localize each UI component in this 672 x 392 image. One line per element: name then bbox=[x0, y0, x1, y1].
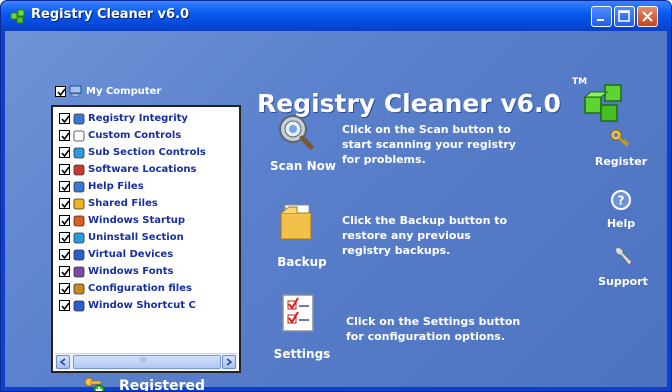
registered-label: Registered bbox=[119, 378, 206, 392]
scan-now-label: Scan Now bbox=[270, 159, 336, 173]
key-icon bbox=[610, 129, 629, 147]
maximize-icon bbox=[618, 10, 630, 22]
registry-icon bbox=[73, 113, 85, 125]
item-checkbox[interactable] bbox=[59, 300, 70, 311]
help-label: Help bbox=[606, 217, 636, 230]
star-icon bbox=[73, 198, 85, 210]
app-icon bbox=[10, 9, 25, 24]
list-item[interactable]: Registry Integrity bbox=[59, 110, 188, 127]
tree-root-label: My Computer bbox=[86, 85, 162, 97]
item-checkbox[interactable] bbox=[59, 164, 70, 175]
scroll-thumb[interactable]: III bbox=[73, 355, 221, 369]
list-item[interactable]: Uninstall Section bbox=[59, 229, 184, 246]
list-item[interactable]: Shared Files bbox=[59, 195, 158, 212]
registry-logo-icon bbox=[583, 84, 622, 122]
item-checkbox[interactable] bbox=[59, 130, 70, 141]
key-plus-icon bbox=[84, 377, 105, 391]
scroll-grip: III bbox=[140, 356, 147, 364]
item-checkbox[interactable] bbox=[59, 232, 70, 243]
item-label: Window Shortcut C bbox=[88, 300, 196, 311]
item-label: Help Files bbox=[88, 181, 144, 192]
checklist-icon bbox=[282, 294, 314, 332]
shortcut-icon bbox=[73, 300, 85, 312]
item-checkbox[interactable] bbox=[59, 198, 70, 209]
document-icon bbox=[73, 130, 85, 142]
help-icon: ? bbox=[611, 190, 631, 210]
minimize-button[interactable] bbox=[591, 6, 612, 27]
scan-now-button[interactable]: Scan Now bbox=[257, 107, 349, 177]
settings-description: Click on the Settings button for configu… bbox=[346, 315, 521, 343]
item-label: Uninstall Section bbox=[88, 232, 184, 243]
item-label: Software Locations bbox=[88, 164, 197, 175]
font-icon bbox=[73, 266, 85, 278]
registered-status: Registered bbox=[83, 376, 206, 392]
item-label: Virtual Devices bbox=[88, 249, 174, 260]
list-item[interactable]: Windows Startup bbox=[59, 212, 185, 229]
tree-root[interactable]: My Computer bbox=[55, 85, 161, 97]
item-label: Shared Files bbox=[88, 198, 158, 209]
main-window: Registry Cleaner v6.0 My Computer Regist… bbox=[0, 0, 672, 392]
support-button[interactable]: Support bbox=[591, 245, 655, 288]
uninstall-icon bbox=[73, 232, 85, 244]
item-label: Registry Integrity bbox=[88, 113, 188, 124]
list-item[interactable]: Windows Fonts bbox=[59, 263, 173, 280]
close-icon bbox=[642, 11, 653, 22]
horizontal-scrollbar[interactable]: III bbox=[55, 353, 237, 370]
item-label: Windows Startup bbox=[88, 215, 185, 226]
list-item[interactable]: Sub Section Controls bbox=[59, 144, 206, 161]
register-label: Register bbox=[594, 155, 648, 168]
help-button[interactable]: ? Help bbox=[589, 189, 653, 230]
title-bar[interactable]: Registry Cleaner v6.0 bbox=[1, 1, 671, 31]
backup-button[interactable]: Backup bbox=[257, 199, 349, 273]
support-label: Support bbox=[598, 275, 648, 288]
maximize-button[interactable] bbox=[614, 6, 635, 27]
list-item[interactable]: Configuration files bbox=[59, 280, 192, 297]
computer-icon bbox=[69, 85, 82, 97]
device-icon bbox=[73, 249, 85, 261]
chevron-right-icon bbox=[226, 358, 233, 366]
config-file-icon bbox=[73, 283, 85, 295]
scan-description: Click on the Scan button to start scanni… bbox=[342, 123, 516, 166]
register-button[interactable]: Register bbox=[589, 129, 653, 168]
item-checkbox[interactable] bbox=[59, 181, 70, 192]
window-title: Registry Cleaner v6.0 bbox=[31, 7, 190, 22]
settings-label: Settings bbox=[273, 347, 331, 361]
molecule-icon bbox=[73, 147, 85, 159]
list-item[interactable]: Help Files bbox=[59, 178, 144, 195]
wrench-icon bbox=[615, 247, 633, 266]
windows-flag-icon bbox=[73, 215, 85, 227]
item-label: Custom Controls bbox=[88, 130, 182, 141]
scroll-left-button[interactable] bbox=[56, 355, 70, 369]
item-checkbox[interactable] bbox=[59, 266, 70, 277]
settings-button[interactable]: Settings bbox=[259, 289, 345, 369]
magnifier-gear-icon bbox=[279, 115, 314, 150]
svg-text:?: ? bbox=[618, 194, 625, 208]
list-item[interactable]: Software Locations bbox=[59, 161, 196, 178]
item-checkbox[interactable] bbox=[59, 113, 70, 124]
backup-folder-icon bbox=[280, 204, 312, 240]
software-icon bbox=[73, 164, 85, 176]
scroll-right-button[interactable] bbox=[222, 355, 236, 369]
list-item[interactable]: Virtual Devices bbox=[59, 246, 173, 263]
minimize-icon bbox=[597, 19, 604, 21]
backup-label: Backup bbox=[277, 255, 327, 269]
item-checkbox[interactable] bbox=[59, 215, 70, 226]
scan-areas-list[interactable]: Registry Integrity Custom Controls Sub Sec… bbox=[51, 105, 241, 373]
help-file-icon bbox=[73, 181, 85, 193]
item-checkbox[interactable] bbox=[59, 283, 70, 294]
list-item[interactable]: Custom Controls bbox=[59, 127, 181, 144]
item-label: Sub Section Controls bbox=[88, 147, 206, 158]
item-label: Windows Fonts bbox=[88, 266, 174, 277]
backup-description: Click the Backup button to restore any p… bbox=[342, 214, 508, 257]
close-button[interactable] bbox=[637, 6, 658, 27]
root-checkbox[interactable] bbox=[55, 85, 66, 97]
chevron-left-icon bbox=[59, 358, 66, 366]
item-checkbox[interactable] bbox=[59, 147, 70, 158]
item-label: Configuration files bbox=[88, 283, 192, 294]
item-checkbox[interactable] bbox=[59, 249, 70, 260]
client-area: My Computer Registry Integrity Custom Con… bbox=[5, 31, 667, 391]
list-item[interactable]: Window Shortcut C bbox=[59, 297, 196, 314]
